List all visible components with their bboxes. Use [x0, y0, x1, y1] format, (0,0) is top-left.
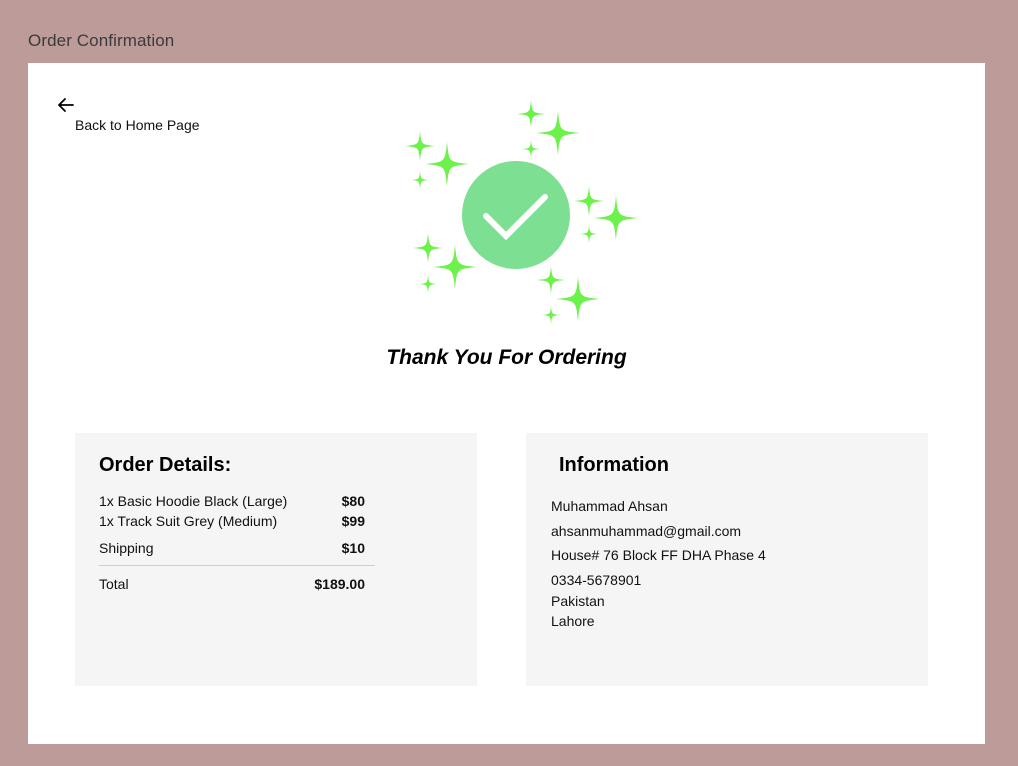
customer-email: ahsanmuhammad@gmail.com — [551, 523, 742, 539]
customer-country: Pakistan — [551, 593, 605, 609]
total-row: Total $189.00 — [99, 576, 365, 596]
back-to-home-label[interactable]: Back to Home Page — [75, 117, 200, 133]
order-item-row: 1x Track Suit Grey (Medium) $99 — [99, 513, 365, 533]
totals-divider — [99, 565, 375, 566]
arrow-left-icon[interactable] — [56, 95, 76, 115]
order-details-heading: Order Details: — [99, 454, 232, 476]
order-item-price: $99 — [341, 513, 365, 529]
shipping-row: Shipping $10 — [99, 540, 365, 560]
order-confirmation-card: Back to Home Page Thank You For Ordering… — [28, 63, 985, 744]
window-title: Order Confirmation — [28, 31, 175, 50]
thank-you-heading: Thank You For Ordering — [386, 346, 627, 369]
shipping-label: Shipping — [99, 540, 154, 556]
customer-city: Lahore — [551, 613, 595, 629]
success-illustration — [398, 93, 648, 333]
customer-name: Muhammad Ahsan — [551, 498, 668, 514]
information-heading: Information — [559, 454, 669, 476]
customer-phone: 0334-5678901 — [551, 572, 642, 588]
checkmark-circle-icon — [462, 161, 570, 269]
order-item-price: $80 — [341, 493, 365, 509]
shipping-price: $10 — [341, 540, 365, 556]
back-to-home-link[interactable]: Back to Home Page — [56, 95, 216, 137]
total-label: Total — [99, 576, 129, 592]
order-details-panel: Order Details: 1x Basic Hoodie Black (La… — [75, 433, 477, 686]
order-item-row: 1x Basic Hoodie Black (Large) $80 — [99, 493, 365, 513]
total-price: $189.00 — [314, 576, 365, 592]
order-item-description: 1x Basic Hoodie Black (Large) — [99, 493, 288, 509]
customer-information-panel: Information Muhammad Ahsan ahsanmuhammad… — [526, 433, 928, 686]
success-graphic — [405, 100, 638, 324]
customer-address: House# 76 Block FF DHA Phase 4 — [551, 547, 766, 563]
order-item-description: 1x Track Suit Grey (Medium) — [99, 513, 278, 529]
